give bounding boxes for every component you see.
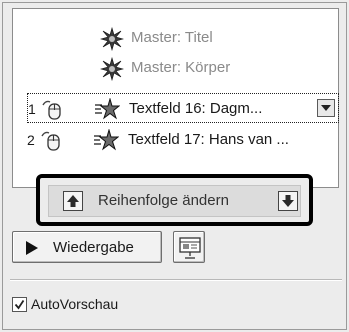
arrow-down-icon [282,195,294,207]
chevron-down-icon [321,105,331,111]
slideshow-icon [179,237,201,259]
reorder-highlight: Reihenfolge ändern [36,174,313,226]
list-item-selected[interactable]: 1 Textfeld 16: Dagm... [27,93,339,123]
slideshow-button[interactable] [173,231,205,263]
play-icon [26,241,38,255]
list-item[interactable]: Master: Titel [13,23,338,53]
item-number: 2 [27,132,35,148]
list-item[interactable]: Master: Körper [13,53,338,83]
play-button-label: Wiedergabe [53,239,134,256]
list-item-label: Master: Titel [131,29,213,46]
list-item[interactable]: 2 Textfeld 17: Hans van ... [13,125,338,155]
move-up-button[interactable] [63,191,83,211]
star-entrance-icon [94,97,121,122]
star-burst-icon [99,56,126,82]
animation-list[interactable]: Master: Titel Master: Körper 1 Textfeld … [12,8,339,188]
arrow-up-icon [67,195,79,207]
item-number: 1 [28,101,36,117]
list-item-label: Textfeld 16: Dagm... [129,100,263,117]
custom-animation-pane: Master: Titel Master: Körper 1 Textfeld … [0,0,349,332]
play-button[interactable]: Wiedergabe [12,231,162,263]
autopreview-checkbox[interactable] [12,297,27,312]
item-dropdown-button[interactable] [317,99,335,117]
star-entrance-icon [93,128,120,153]
star-burst-icon [99,26,126,52]
autopreview-label: AutoVorschau [31,296,119,312]
reorder-label: Reihenfolge ändern [98,192,229,209]
move-down-button[interactable] [278,191,298,211]
list-item-label: Textfeld 17: Hans van ... [128,131,289,148]
mouse-click-icon [39,130,63,152]
list-item-label: Master: Körper [131,59,231,76]
mouse-click-icon [40,99,64,121]
divider [10,279,342,281]
checkmark-icon [14,300,25,310]
reorder-control: Reihenfolge ändern [48,185,301,217]
